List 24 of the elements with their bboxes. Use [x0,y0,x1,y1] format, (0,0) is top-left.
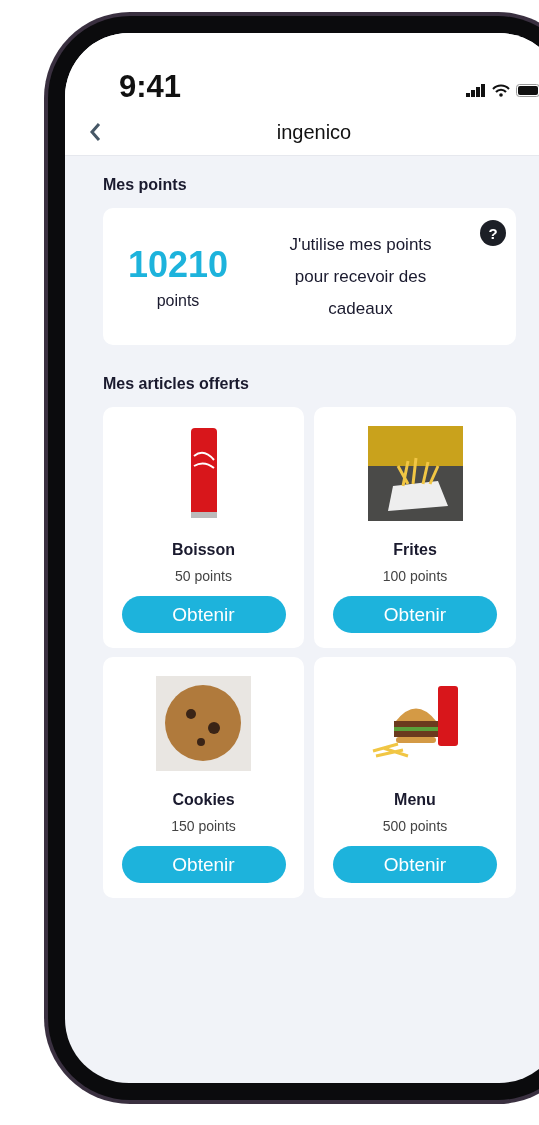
reward-cost: 500 points [382,818,448,834]
reward-name: Boisson [171,541,236,559]
reward-name: Menu [394,791,436,809]
obtain-button[interactable]: Obtenir [121,596,286,633]
reward-cost: 50 points [175,568,232,584]
section-title: Mes points [103,176,188,194]
status-time: 9:41 [119,69,182,106]
points-description: J'utilise mes points pour recevoir des cadeaux [288,233,433,320]
back-icon[interactable] [89,122,101,142]
brand-logo: ingenico [275,120,353,144]
help-button[interactable]: ? [480,220,506,246]
reward-name: Frites [393,541,437,559]
obtain-button[interactable]: Obtenir [333,596,497,633]
points-unit: points [156,291,200,310]
reward-cost: 150 points [171,818,236,834]
reward-cost: 100 points [382,568,448,584]
obtain-button[interactable]: Obtenir [121,846,286,883]
reward-name: Cookies [172,791,235,809]
obtain-button[interactable]: Obtenir [333,846,497,883]
section-title: Mes articles offerts [103,375,250,393]
points-value: 10210 [127,243,229,286]
signal-icon [466,84,486,97]
battery-icon [516,84,539,97]
wifi-icon [492,84,510,97]
